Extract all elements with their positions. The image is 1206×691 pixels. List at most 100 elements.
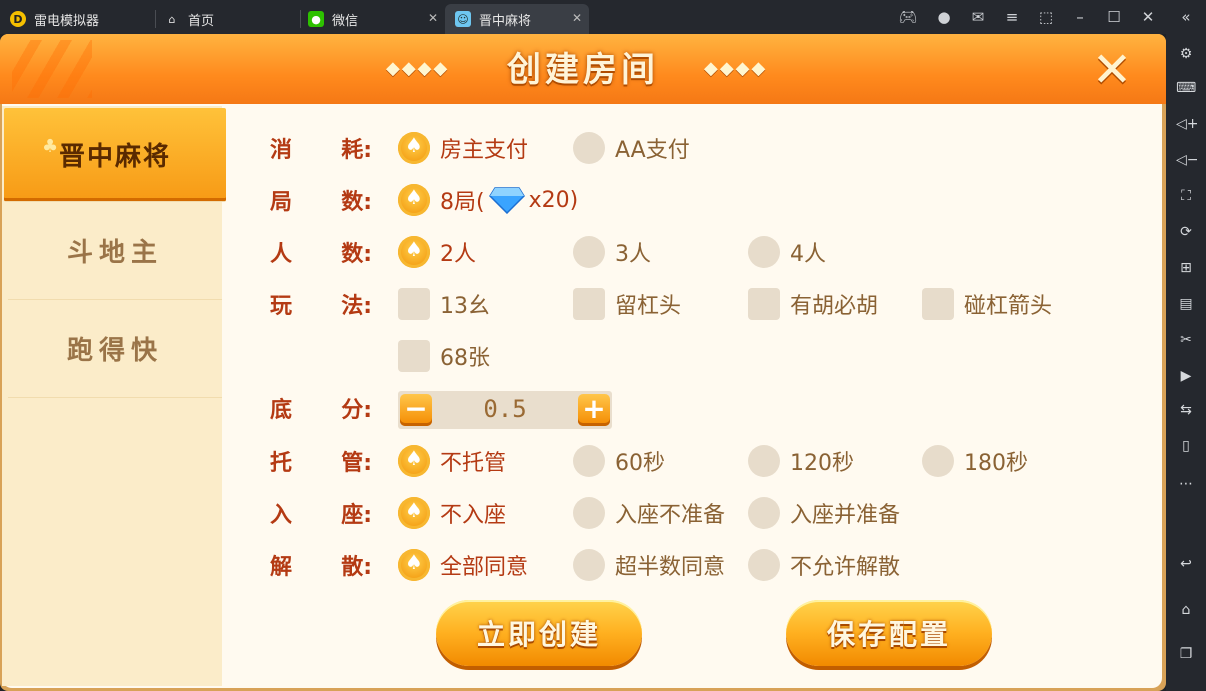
- players-option-3[interactable]: 3人: [573, 236, 651, 268]
- checkbox[interactable]: [922, 288, 954, 320]
- game-type-sidebar: ♣ 晋中麻将 斗地主 跑得快: [2, 106, 226, 686]
- create-now-button[interactable]: 立即创建: [436, 600, 642, 666]
- auto-option-60[interactable]: 60秒: [573, 445, 665, 477]
- rounds-row: 局数:: [270, 180, 380, 220]
- save-config-button[interactable]: 保存配置: [786, 600, 992, 666]
- players-option-2[interactable]: 2人: [398, 236, 476, 268]
- seat-label: 入座:: [270, 503, 372, 528]
- tab-game[interactable]: ☺ 晋中麻将: [445, 4, 589, 34]
- video-icon[interactable]: ▶: [1176, 366, 1196, 386]
- auto-option-off[interactable]: 不托管: [398, 445, 506, 477]
- dissolve-option-forbid[interactable]: 不允许解散: [748, 549, 900, 581]
- cost-option-host[interactable]: 房主支付: [398, 132, 528, 164]
- cost-row: 消耗:: [270, 128, 380, 168]
- rule-option-liugangtou[interactable]: 留杠头: [573, 288, 681, 320]
- tab-home[interactable]: ⌂ 首页: [164, 4, 299, 34]
- fullscreen-icon[interactable]: ⛶: [1176, 186, 1196, 206]
- maximize-icon[interactable]: ☐: [1104, 8, 1124, 26]
- radio[interactable]: [748, 236, 780, 268]
- menu-icon[interactable]: ≡: [1002, 8, 1022, 26]
- dissolve-option-all[interactable]: 全部同意: [398, 549, 528, 581]
- sidebar-item-doudizhu[interactable]: 斗地主: [8, 202, 222, 300]
- rounds-label: 局数:: [270, 190, 372, 215]
- auto-label: 托管:: [270, 451, 372, 476]
- radio[interactable]: [573, 236, 605, 268]
- wechat-icon: ●: [308, 11, 324, 27]
- checkbox[interactable]: [573, 288, 605, 320]
- rule-option-penggangjiantou[interactable]: 碰杠箭头: [922, 288, 1052, 320]
- volume-down-icon[interactable]: ◁−: [1176, 150, 1199, 170]
- rounds-option-8[interactable]: 8局( x20): [398, 184, 578, 216]
- title-ornament-right: ◆◆◆◆: [704, 58, 768, 79]
- sidebar-item-jinzhong-mahjong[interactable]: ♣ 晋中麻将: [4, 108, 226, 202]
- account-icon[interactable]: ●: [934, 8, 954, 26]
- radio[interactable]: [748, 497, 780, 529]
- radio-selected[interactable]: [398, 497, 430, 529]
- rule-option-68zhang[interactable]: 68张: [398, 340, 490, 372]
- radio[interactable]: [748, 549, 780, 581]
- back-icon[interactable]: ↩: [1176, 554, 1196, 574]
- dissolve-option-majority[interactable]: 超半数同意: [573, 549, 725, 581]
- seat-option-ready[interactable]: 入座并准备: [748, 497, 900, 529]
- close-dialog-icon[interactable]: ✕: [1080, 42, 1144, 98]
- radio[interactable]: [573, 549, 605, 581]
- recents-icon[interactable]: ❐: [1176, 644, 1196, 664]
- auto-option-120[interactable]: 120秒: [748, 445, 854, 477]
- radio-selected[interactable]: [398, 132, 430, 164]
- seat-option-none[interactable]: 不入座: [398, 497, 506, 529]
- checkbox[interactable]: [398, 288, 430, 320]
- radio-selected[interactable]: [398, 184, 430, 216]
- close-window-icon[interactable]: ✕: [1138, 8, 1158, 26]
- checkbox[interactable]: [398, 340, 430, 372]
- tab-emulator-home[interactable]: D 雷电模拟器: [10, 4, 160, 34]
- shake-icon[interactable]: ▯: [1176, 436, 1196, 456]
- auto-option-180[interactable]: 180秒: [922, 445, 1028, 477]
- emulator-titlebar: D 雷电模拟器 ⌂ 首页 ● 微信 ✕ ☺ 晋中麻将 ✕ 🎮︎ ● ✉ ≡ ⬚ …: [0, 0, 1206, 34]
- close-tab-icon[interactable]: ✕: [572, 11, 582, 25]
- radio-selected[interactable]: [398, 236, 430, 268]
- radio[interactable]: [573, 445, 605, 477]
- seat-option-not-ready[interactable]: 入座不准备: [573, 497, 725, 529]
- sidebar-item-paodekuai[interactable]: 跑得快: [8, 300, 222, 398]
- emulator-toolbar: ⚙ ⌨ ◁+ ◁− ⛶ ⟳ ⊞ ▤ ✂ ▶ ⇆ ▯ ⋯ ↩ ⌂ ❐: [1166, 34, 1206, 691]
- dialog-title: 创建房间: [507, 50, 659, 90]
- auto-row: 托管:: [270, 441, 380, 481]
- game-icon: ☺: [455, 11, 471, 27]
- players-label: 人数:: [270, 242, 372, 267]
- radio-selected[interactable]: [398, 549, 430, 581]
- radio[interactable]: [573, 132, 605, 164]
- gamepad-icon[interactable]: 🎮︎: [898, 8, 918, 26]
- ld-logo-icon: D: [10, 11, 26, 27]
- more-icon[interactable]: ⋯: [1176, 474, 1196, 494]
- keyboard-icon[interactable]: ⌨: [1176, 78, 1196, 98]
- players-row: 人数:: [270, 232, 380, 272]
- close-tab-icon[interactable]: ✕: [428, 11, 438, 25]
- tab-divider: [300, 10, 301, 28]
- pin-icon[interactable]: ⬚: [1036, 8, 1056, 26]
- radio-selected[interactable]: [398, 445, 430, 477]
- plus-button[interactable]: +: [578, 394, 610, 426]
- add-app-icon[interactable]: ⊞: [1176, 258, 1196, 278]
- minus-button[interactable]: −: [400, 394, 432, 426]
- apk-icon[interactable]: ▤: [1176, 294, 1196, 314]
- record-icon[interactable]: ⟳: [1176, 222, 1196, 242]
- home-nav-icon[interactable]: ⌂: [1176, 600, 1196, 620]
- radio[interactable]: [573, 497, 605, 529]
- scissors-icon[interactable]: ✂: [1176, 330, 1196, 350]
- collapse-sidebar-icon[interactable]: «: [1176, 8, 1196, 26]
- minimize-icon[interactable]: –: [1070, 8, 1090, 26]
- sync-icon[interactable]: ⇆: [1176, 400, 1196, 420]
- rule-option-youhubihu[interactable]: 有胡必胡: [748, 288, 878, 320]
- volume-up-icon[interactable]: ◁+: [1176, 114, 1199, 134]
- settings-icon[interactable]: ⚙: [1176, 44, 1196, 64]
- radio[interactable]: [748, 445, 780, 477]
- tab-label: 雷电模拟器: [34, 13, 100, 29]
- checkbox[interactable]: [748, 288, 780, 320]
- cost-option-aa[interactable]: AA支付: [573, 132, 690, 164]
- rules-label: 玩法:: [270, 294, 372, 319]
- mail-icon[interactable]: ✉: [968, 8, 988, 26]
- tab-wechat[interactable]: ● 微信: [308, 4, 443, 34]
- radio[interactable]: [922, 445, 954, 477]
- rule-option-13yao[interactable]: 13幺: [398, 288, 490, 320]
- players-option-4[interactable]: 4人: [748, 236, 826, 268]
